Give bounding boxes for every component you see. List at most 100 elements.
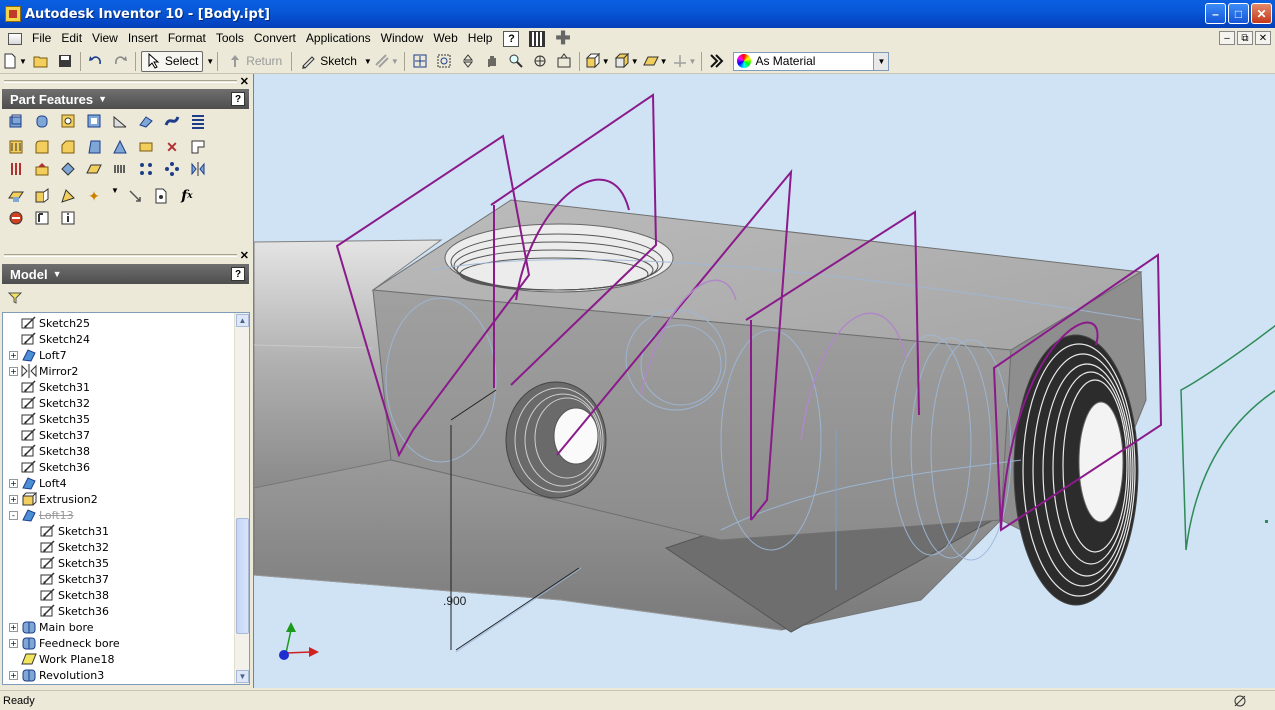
grounded-point-icon[interactable]: ✦	[84, 186, 104, 206]
derived-component-icon[interactable]	[58, 159, 78, 179]
chamfer-tool-icon[interactable]	[58, 137, 78, 157]
ground-shadow-button[interactable]: ▼	[642, 51, 668, 72]
ipart-table-icon[interactable]	[32, 208, 52, 228]
display-mode-button[interactable]: ▼	[585, 51, 610, 72]
menu-window[interactable]: Window	[376, 28, 429, 49]
tree-item[interactable]: + Extrusion2	[9, 491, 98, 507]
tree-item[interactable]: + Mirror2	[9, 363, 78, 379]
scroll-up-icon[interactable]: ▲	[236, 314, 249, 327]
menu-edit[interactable]: Edit	[56, 28, 87, 49]
thread-tool-icon[interactable]	[6, 137, 26, 157]
tree-expander-icon[interactable]: +	[9, 350, 18, 360]
sketch-button[interactable]: Sketch	[297, 51, 361, 72]
mirror-tool-icon[interactable]	[188, 159, 208, 179]
revolve-tool-icon[interactable]	[32, 111, 52, 131]
camera-button[interactable]: ▼	[614, 51, 639, 72]
close-panel-icon[interactable]: ✕	[240, 75, 249, 88]
filter-icon[interactable]	[8, 292, 22, 304]
open-button[interactable]	[31, 51, 51, 72]
tree-item[interactable]: + Revolution3	[9, 667, 104, 683]
menu-file[interactable]: File	[27, 28, 56, 49]
redo-button[interactable]	[110, 51, 130, 72]
tree-expander-icon[interactable]: +	[9, 366, 18, 376]
pattern-dots-icon[interactable]	[136, 159, 156, 179]
graphics-viewport[interactable]: .900	[253, 74, 1275, 688]
sweep-tool-icon[interactable]	[162, 111, 182, 131]
zoom-window-button[interactable]	[434, 51, 454, 72]
tree-item[interactable]: Sketch36	[28, 603, 109, 619]
minimize-button[interactable]: –	[1205, 3, 1226, 24]
tree-expander-icon[interactable]: -	[9, 510, 18, 520]
rotate-button[interactable]	[530, 51, 550, 72]
tree-expander-icon[interactable]: +	[9, 478, 18, 488]
doc-close-button[interactable]: ✕	[1255, 31, 1271, 45]
doc-minimize-button[interactable]: –	[1219, 31, 1235, 45]
calculator-icon[interactable]	[529, 30, 546, 47]
menu-insert[interactable]: Insert	[123, 28, 163, 49]
tree-item[interactable]: Sketch31	[9, 379, 90, 395]
select-dropdown-icon[interactable]: ▼	[206, 57, 214, 66]
tree-item[interactable]: Sketch25	[9, 315, 90, 331]
close-panel-icon[interactable]: ✕	[240, 249, 249, 262]
coil-tool-icon[interactable]	[188, 111, 208, 131]
menu-convert[interactable]: Convert	[249, 28, 301, 49]
info-tool-icon[interactable]	[58, 208, 78, 228]
menu-format[interactable]: Format	[163, 28, 211, 49]
panel-grip-model[interactable]: ✕	[0, 249, 253, 262]
tree-item[interactable]: - Loft13	[9, 507, 74, 523]
face-draft-tool-icon[interactable]	[84, 137, 104, 157]
zoom-selected-button[interactable]	[506, 51, 526, 72]
loft-tool-icon[interactable]	[136, 111, 156, 131]
create-component-icon[interactable]	[6, 208, 26, 228]
save-button[interactable]	[55, 51, 75, 72]
tree-expander-icon[interactable]: +	[9, 638, 18, 648]
return-button[interactable]: Return	[223, 51, 286, 72]
pan-button[interactable]	[482, 51, 502, 72]
document-icon[interactable]	[8, 32, 22, 45]
menu-applications[interactable]: Applications	[301, 28, 376, 49]
extrude-tool-icon[interactable]	[6, 111, 26, 131]
tree-item[interactable]: Sketch24	[9, 331, 90, 347]
work-plane-tool-icon[interactable]	[6, 186, 26, 206]
rib-tool-icon[interactable]	[110, 111, 130, 131]
parameters-fx-icon[interactable]: fx	[177, 186, 197, 206]
work-point-tool-icon[interactable]	[58, 186, 78, 206]
menu-web[interactable]: Web	[428, 28, 462, 49]
doc-restore-button[interactable]: ⧉	[1237, 31, 1253, 45]
help-icon[interactable]: ?	[231, 267, 245, 281]
tree-item[interactable]: + Feedneck bore	[9, 635, 120, 651]
menu-view[interactable]: View	[87, 28, 123, 49]
promote-tool-icon[interactable]	[125, 186, 145, 206]
work-axis-tool-icon[interactable]	[32, 186, 52, 206]
tree-expander-icon[interactable]: +	[9, 622, 18, 632]
tree-item[interactable]: + Loft4	[9, 475, 67, 491]
scroll-thumb[interactable]	[236, 518, 249, 634]
plane-tool-icon[interactable]	[84, 159, 104, 179]
delete-face-tool-icon[interactable]: ✕	[162, 137, 182, 157]
add-icon[interactable]: ✚	[555, 28, 570, 49]
tree-item[interactable]: Sketch35	[9, 411, 90, 427]
tree-item[interactable]: Sketch38	[28, 587, 109, 603]
shell-tool-icon[interactable]	[84, 111, 104, 131]
update-button[interactable]: ▼	[374, 51, 399, 72]
corner-tool-icon[interactable]	[188, 137, 208, 157]
tree-expander-icon[interactable]: +	[9, 494, 18, 504]
part-features-header[interactable]: Part Features ▼ ?	[2, 89, 249, 109]
look-at-button[interactable]	[554, 51, 574, 72]
panel-grip-features[interactable]: ✕	[0, 75, 253, 88]
sketch-dropdown-icon[interactable]: ▼	[364, 57, 372, 66]
zoom-all-button[interactable]	[410, 51, 430, 72]
model-browser-header[interactable]: Model ▼ ?	[2, 264, 249, 284]
tree-item[interactable]: Work Plane18	[9, 651, 115, 667]
emboss-tool-icon[interactable]	[6, 159, 26, 179]
tree-item[interactable]: Sketch38	[9, 443, 90, 459]
whats-this-help-icon[interactable]: ?	[503, 30, 520, 47]
tree-scrollbar[interactable]: ▲ ▼	[234, 313, 249, 684]
tree-item[interactable]: Sketch37	[9, 427, 90, 443]
analysis-button[interactable]	[707, 51, 727, 72]
fillet-tool-icon[interactable]	[32, 137, 52, 157]
rectangular-pattern-icon[interactable]	[110, 159, 130, 179]
new-button[interactable]: ▼	[2, 51, 27, 72]
tree-item[interactable]: Sketch32	[9, 395, 90, 411]
tree-item[interactable]: Sketch35	[28, 555, 109, 571]
